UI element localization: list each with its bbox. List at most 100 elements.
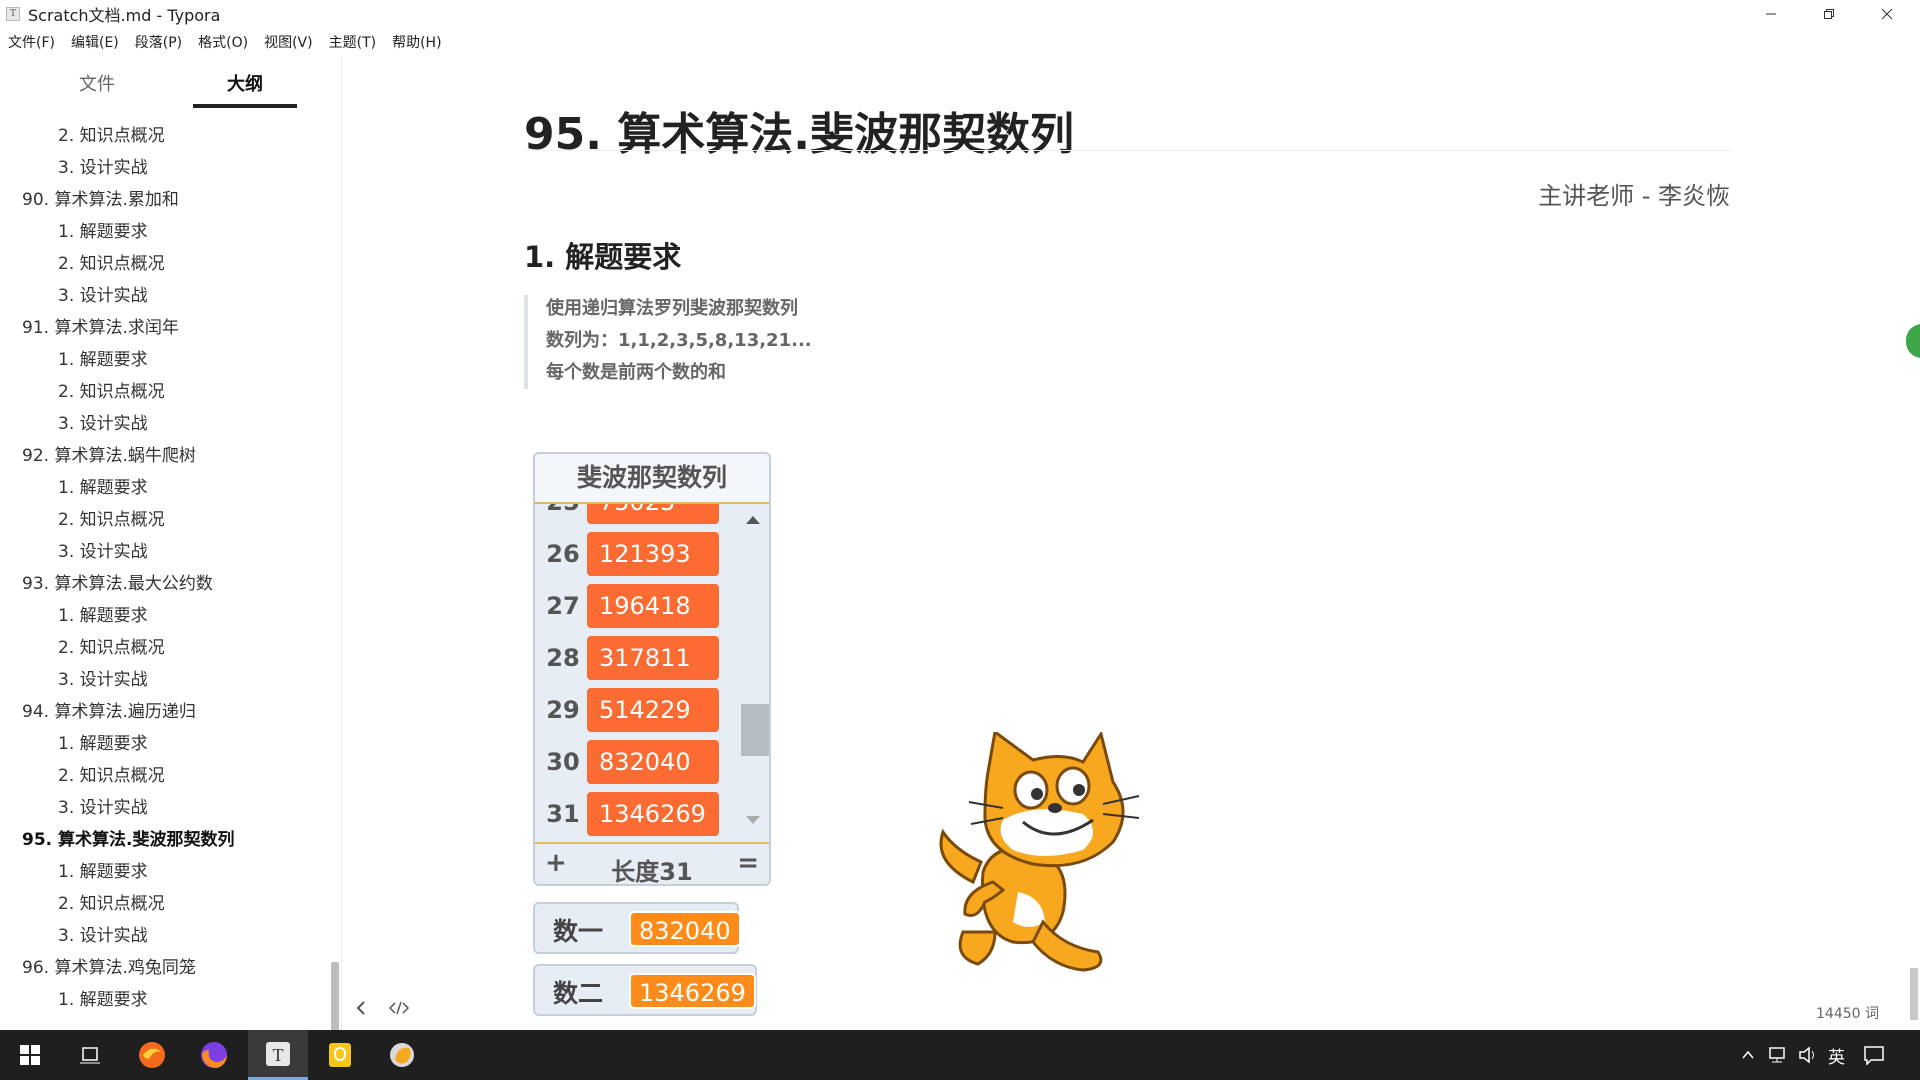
menu-paragraph[interactable]: 段落(P)	[135, 32, 182, 52]
taskbar-app-browser[interactable]	[122, 1030, 182, 1080]
scratch-cat-image	[939, 732, 1140, 972]
variable-monitor-1: 数一 832040	[533, 902, 741, 954]
list-title: 斐波那契数列	[535, 454, 769, 504]
word-count[interactable]: 14450 词	[1816, 1003, 1879, 1023]
editor[interactable]: 95. 算术算法.斐波那契数列 主讲老师 - 李炎恢 1. 解题要求 使用递归算…	[343, 56, 1920, 1030]
outline-subheading[interactable]: 1. 解题要求	[0, 728, 330, 760]
doc-heading-1: 95. 算术算法.斐波那契数列	[524, 109, 1074, 160]
resize-handle-icon: =	[737, 848, 759, 878]
taskbar-app-firefox[interactable]	[184, 1030, 244, 1080]
variable-name: 数一	[553, 917, 604, 946]
ime-indicator[interactable]: 英	[1828, 1043, 1845, 1068]
close-button[interactable]	[1858, 0, 1916, 28]
source-mode-button[interactable]	[388, 1000, 410, 1020]
list-footer: + 长度31 =	[535, 842, 769, 886]
outline-subheading[interactable]: 3. 设计实战	[0, 536, 330, 568]
browser-icon	[139, 1042, 165, 1068]
outline-subheading[interactable]: 1. 解题要求	[0, 216, 330, 248]
window-title: Scratch文档.md - Typora	[28, 6, 221, 25]
start-button[interactable]	[0, 1030, 60, 1080]
menu-edit[interactable]: 编辑(E)	[71, 32, 119, 52]
doc-heading-2: 1. 解题要求	[524, 240, 682, 274]
outline-subheading[interactable]: 3. 设计实战	[0, 792, 330, 824]
toggle-sidebar-button[interactable]	[355, 1000, 367, 1020]
outline-subheading[interactable]: 3. 设计实战	[0, 920, 330, 952]
menu-bar: 文件(F) 编辑(E) 段落(P) 格式(O) 视图(V) 主题(T) 帮助(H…	[0, 30, 458, 54]
variable-value: 832040	[629, 911, 741, 947]
list-item: 30 832040	[535, 740, 735, 792]
outline-heading[interactable]: 91. 算术算法.求闰年	[0, 312, 330, 344]
outline-heading[interactable]: 95. 算术算法.斐波那契数列	[0, 824, 330, 856]
list-item-index: 30	[546, 748, 580, 776]
outline-subheading[interactable]: 1. 解题要求	[0, 472, 330, 504]
edge-indicator	[1906, 324, 1920, 358]
outline-subheading[interactable]: 2. 知识点概况	[0, 248, 330, 280]
outline-heading[interactable]: 93. 算术算法.最大公约数	[0, 568, 330, 600]
outline-heading[interactable]: 92. 算术算法.蜗牛爬树	[0, 440, 330, 472]
teacher-credit: 主讲老师 - 李炎恢	[1538, 182, 1730, 210]
taskbar-app-scratch[interactable]	[372, 1030, 432, 1080]
outline-subheading[interactable]: 3. 设计实战	[0, 408, 330, 440]
typora-app-icon: T	[6, 7, 20, 21]
outline-subheading[interactable]: 2. 知识点概况	[0, 120, 330, 152]
list-item: 29 514229	[535, 688, 735, 740]
notes-icon	[329, 1043, 351, 1067]
list-item-value: 832040	[587, 740, 719, 784]
notification-icon[interactable]	[1863, 1045, 1885, 1065]
list-item-value: 196418	[587, 584, 719, 628]
menu-view[interactable]: 视图(V)	[264, 32, 313, 52]
quote-line: 数列为：1,1,2,3,5,8,13,21...	[546, 330, 812, 351]
outline-subheading[interactable]: 2. 知识点概况	[0, 760, 330, 792]
outline-subheading[interactable]: 1. 解题要求	[0, 600, 330, 632]
outline-subheading[interactable]: 2. 知识点概况	[0, 888, 330, 920]
outline-heading[interactable]: 96. 算术算法.鸡兔同笼	[0, 952, 330, 984]
sidebar-scrollbar[interactable]	[331, 962, 339, 1030]
sidebar-tabs: 文件 大纲	[0, 70, 341, 110]
list-item-value: 121393	[587, 532, 719, 576]
list-scroll-thumb	[741, 704, 769, 756]
maximize-button[interactable]	[1800, 0, 1858, 28]
quote-line: 每个数是前两个数的和	[546, 362, 726, 383]
outline-subheading[interactable]: 3. 设计实战	[0, 152, 330, 184]
outline-subheading[interactable]: 1. 解题要求	[0, 856, 330, 888]
task-view-button[interactable]	[60, 1030, 120, 1080]
chevron-up-icon[interactable]	[1740, 1047, 1756, 1063]
taskbar-app-typora[interactable]: T	[248, 1030, 308, 1080]
outline-heading[interactable]: 94. 算术算法.遍历递归	[0, 696, 330, 728]
menu-file[interactable]: 文件(F)	[8, 32, 55, 52]
variable-value: 1346269	[629, 973, 756, 1009]
list-body: 2575025261213932719641828317811295142293…	[535, 504, 769, 844]
menu-help[interactable]: 帮助(H)	[392, 32, 441, 52]
menu-format[interactable]: 格式(O)	[198, 32, 248, 52]
list-monitor: 斐波那契数列 257502526121393271964182831781129…	[533, 452, 771, 886]
outline-subheading[interactable]: 2. 知识点概况	[0, 376, 330, 408]
minimize-button[interactable]	[1742, 0, 1800, 28]
outline-subheading[interactable]: 1. 解题要求	[0, 344, 330, 376]
system-tray: 英	[1740, 1030, 1885, 1080]
heading-divider	[524, 150, 1732, 151]
taskbar: T 英	[0, 1030, 1920, 1080]
outline-subheading[interactable]: 3. 设计实战	[0, 664, 330, 696]
close-icon	[1881, 8, 1893, 20]
scroll-up-icon	[746, 516, 760, 524]
outline-subheading[interactable]: 1. 解题要求	[0, 984, 330, 1016]
outline-heading[interactable]: 90. 算术算法.累加和	[0, 184, 330, 216]
volume-icon[interactable]	[1798, 1046, 1818, 1064]
outline-subheading[interactable]: 2. 知识点概况	[0, 504, 330, 536]
list-item: 28 317811	[535, 636, 735, 688]
tab-outline[interactable]: 大纲	[193, 70, 297, 108]
quote-line: 使用递归算法罗列斐波那契数列	[546, 298, 798, 319]
list-length: 长度31	[611, 858, 693, 886]
list-item: 26 121393	[535, 532, 735, 584]
outline-subheading[interactable]: 3. 设计实战	[0, 280, 330, 312]
list-item-value: 75025	[587, 504, 719, 524]
chevron-left-icon	[356, 1001, 365, 1015]
menu-theme[interactable]: 主题(T)	[329, 32, 376, 52]
taskbar-app-notes[interactable]	[310, 1030, 370, 1080]
network-icon[interactable]	[1768, 1046, 1788, 1064]
tab-files[interactable]: 文件	[52, 70, 142, 108]
outline-subheading[interactable]: 2. 知识点概况	[0, 632, 330, 664]
list-item-value: 317811	[587, 636, 719, 680]
editor-scrollbar[interactable]	[1910, 968, 1918, 1020]
title-bar: T Scratch文档.md - Typora	[0, 0, 1920, 28]
